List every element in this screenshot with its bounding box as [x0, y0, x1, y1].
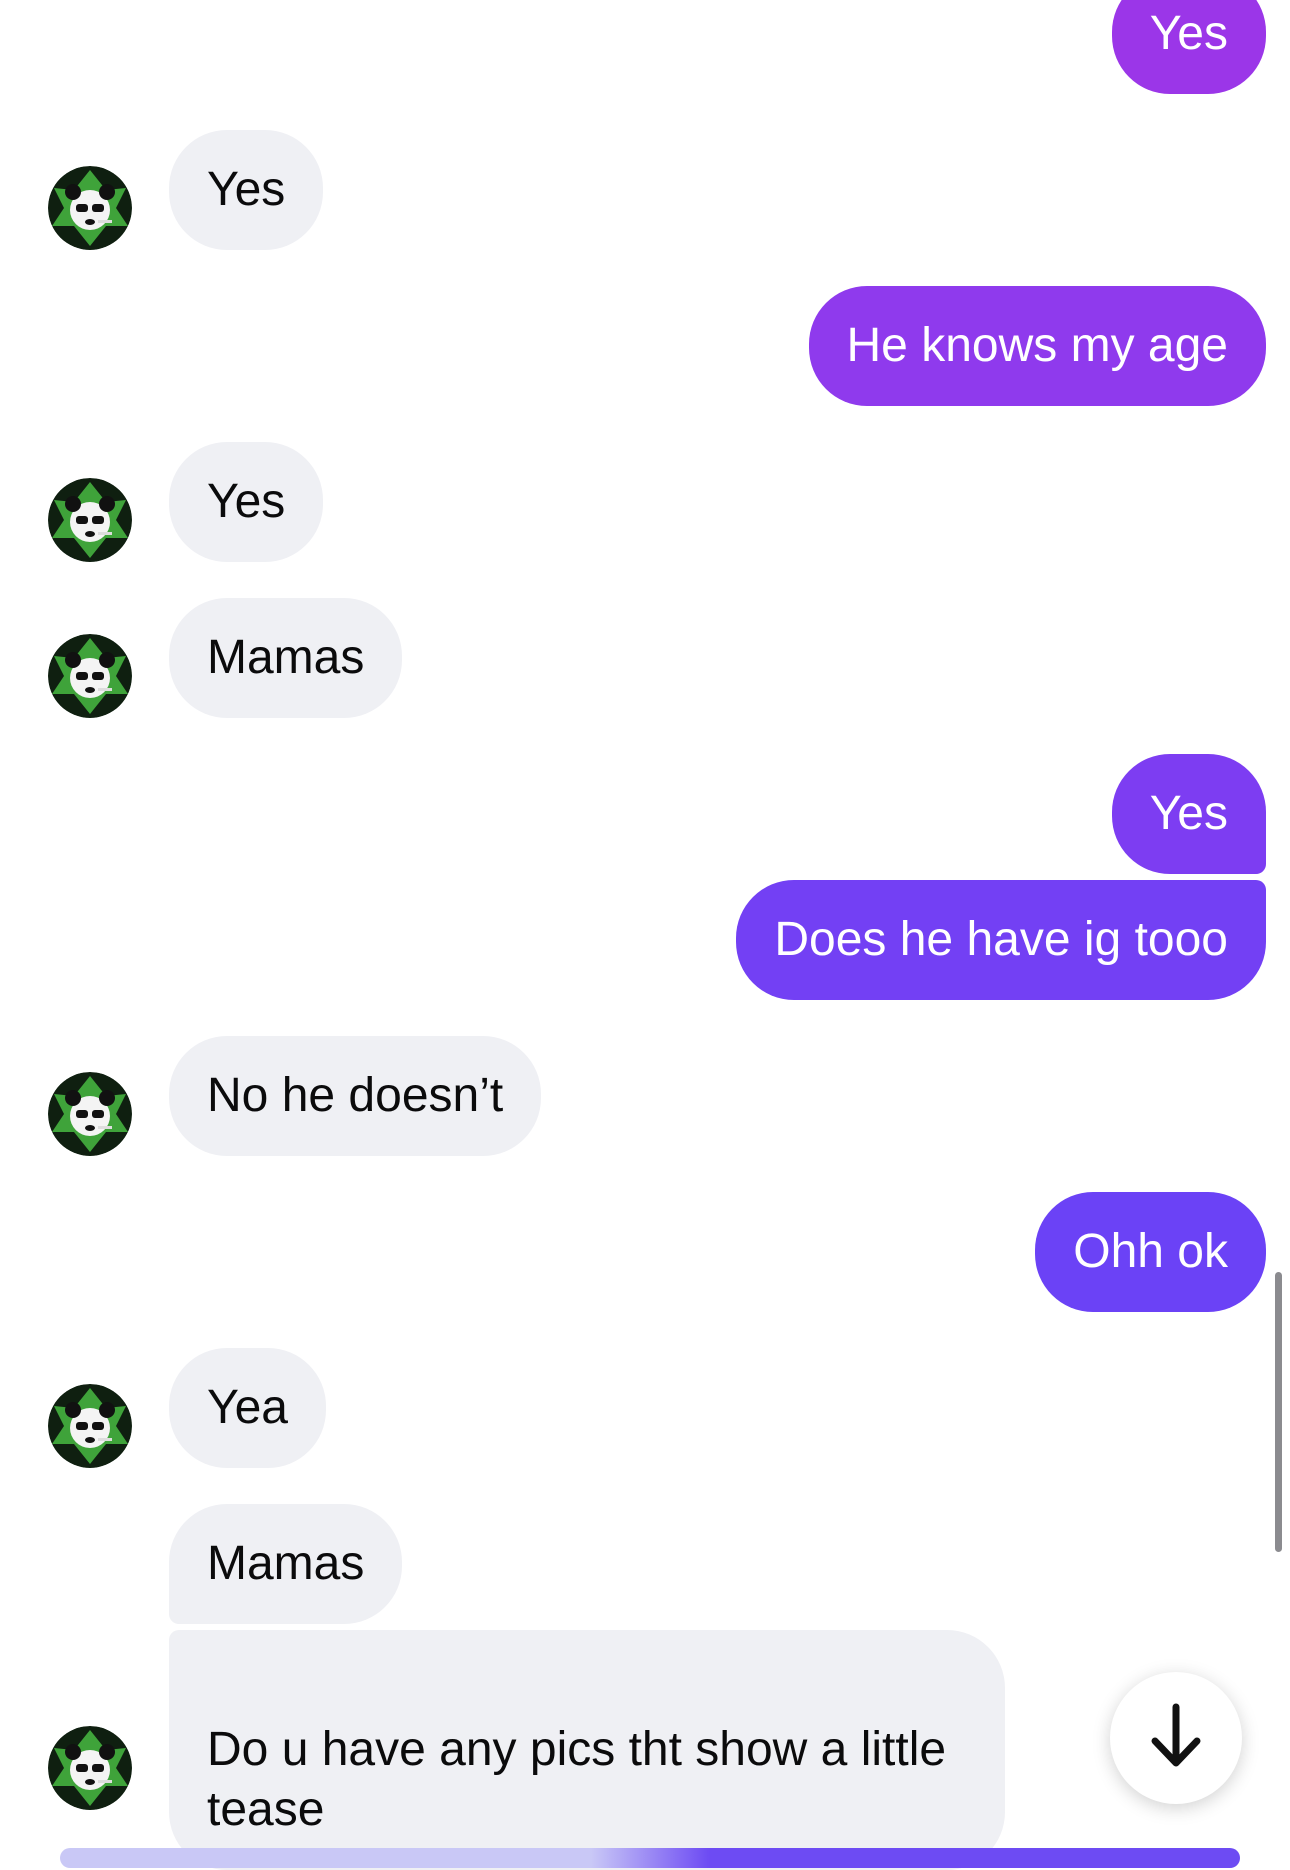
- incoming-message[interactable]: Yes: [169, 130, 324, 250]
- contact-avatar[interactable]: [48, 1726, 132, 1810]
- message-text: Do u have any pics tht show a little tea…: [207, 1723, 947, 1836]
- message-text: Does he have ig tooo: [774, 913, 1228, 966]
- message-text: Yes: [207, 475, 286, 528]
- arrow-down-icon: [1149, 1703, 1203, 1774]
- contact-avatar[interactable]: [48, 166, 132, 250]
- message-text: Ohh ok: [1073, 1225, 1228, 1278]
- message-text: Yes: [207, 163, 286, 216]
- chat-thread[interactable]: Yes Yes He knows my age Yes Mamas Yes Do…: [0, 0, 1290, 1870]
- outgoing-message[interactable]: Yes: [1111, 0, 1266, 94]
- message-text: He knows my age: [846, 319, 1229, 372]
- incoming-message[interactable]: Mamas: [169, 1504, 403, 1624]
- incoming-message[interactable]: Yes: [169, 442, 324, 562]
- message-text: Mamas: [207, 1537, 365, 1590]
- message-text: Yes: [1149, 7, 1228, 60]
- contact-avatar[interactable]: [48, 478, 132, 562]
- message-text: Mamas: [207, 631, 365, 684]
- outgoing-message[interactable]: Ohh ok: [1035, 1192, 1266, 1312]
- outgoing-message[interactable]: Yes: [1111, 754, 1266, 874]
- scrollbar[interactable]: [1275, 1272, 1282, 1552]
- scroll-to-bottom-button[interactable]: [1110, 1672, 1242, 1804]
- message-text: No he doesn’t: [207, 1069, 504, 1122]
- message-text: Yes: [1149, 787, 1228, 840]
- outgoing-message[interactable]: Does he have ig tooo: [736, 880, 1266, 1000]
- outgoing-message[interactable]: He knows my age: [808, 286, 1266, 406]
- contact-avatar[interactable]: [48, 1072, 132, 1156]
- incoming-message[interactable]: Yea: [169, 1348, 326, 1468]
- incoming-message[interactable]: No he doesn’t: [169, 1036, 542, 1156]
- contact-avatar[interactable]: [48, 634, 132, 718]
- incoming-message[interactable]: Mamas: [169, 598, 403, 718]
- message-text: Yea: [207, 1381, 288, 1434]
- message-composer[interactable]: [60, 1848, 1240, 1868]
- contact-avatar[interactable]: [48, 1384, 132, 1468]
- incoming-message[interactable]: Do u have any pics tht show a little tea…: [169, 1630, 1005, 1870]
